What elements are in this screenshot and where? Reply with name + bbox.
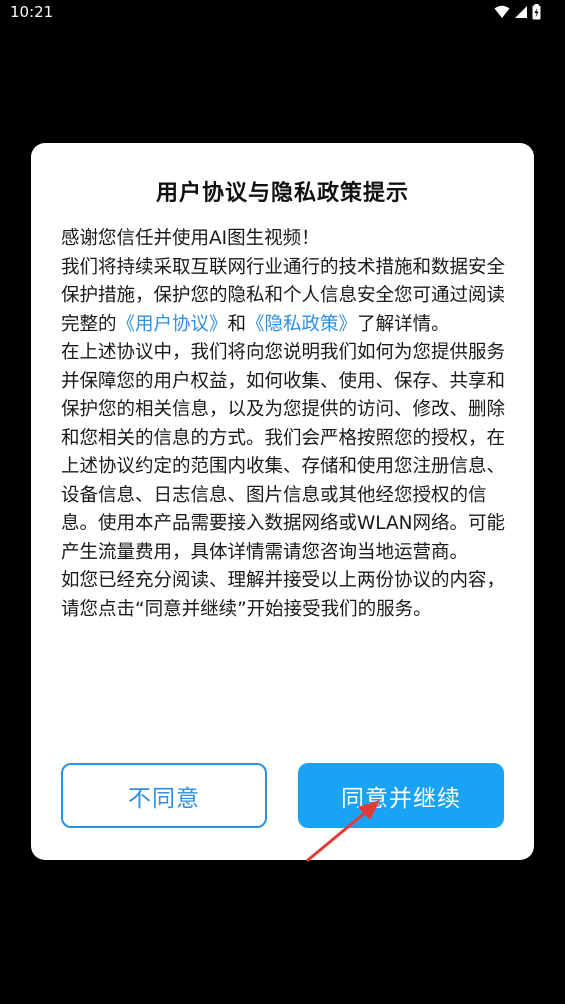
body-paragraph-consent: 如您已经充分阅读、理解并接受以上两份协议的内容，请您点击“同意并继续”开始接受我…	[61, 570, 506, 620]
dialog-title: 用户协议与隐私政策提示	[155, 181, 409, 206]
agree-and-continue-button[interactable]: 同意并继续	[298, 763, 504, 828]
body-text-security-suffix: 了解详情。	[357, 313, 450, 335]
status-bar: 10:21	[0, 0, 565, 26]
signal-icon	[514, 5, 528, 19]
body-paragraph-welcome: 感谢您信任并使用AI图生视频！	[61, 228, 320, 249]
user-agreement-link[interactable]: 《用户协议》	[117, 314, 228, 335]
wifi-icon	[494, 5, 510, 19]
battery-icon	[532, 4, 541, 20]
body-paragraph-details: 在上述协议中，我们将向您说明我们如何为您提供服务并保障您的用户权益，如何收集、使…	[61, 342, 506, 563]
status-time: 10:21	[10, 3, 54, 21]
screen: 10:21 用户协议与隐私政策提示 感谢您信任并使用AI图生视频！ 我们将持续采…	[0, 0, 565, 1004]
privacy-policy-link[interactable]: 《隐私政策》	[246, 314, 357, 335]
dialog-body: 感谢您信任并使用AI图生视频！ 我们将持续采取互联网行业通行的技术措施和数据安全…	[61, 225, 507, 624]
privacy-dialog: 用户协议与隐私政策提示 感谢您信任并使用AI图生视频！ 我们将持续采取互联网行业…	[31, 143, 534, 860]
status-icons	[494, 4, 541, 20]
disagree-button[interactable]: 不同意	[61, 763, 267, 828]
body-text-and: 和	[227, 313, 247, 335]
body-paragraph-security: 我们将持续采取互联网行业通行的技术措施和数据安全保护措施，保护您的隐私和个人信息…	[61, 254, 507, 340]
